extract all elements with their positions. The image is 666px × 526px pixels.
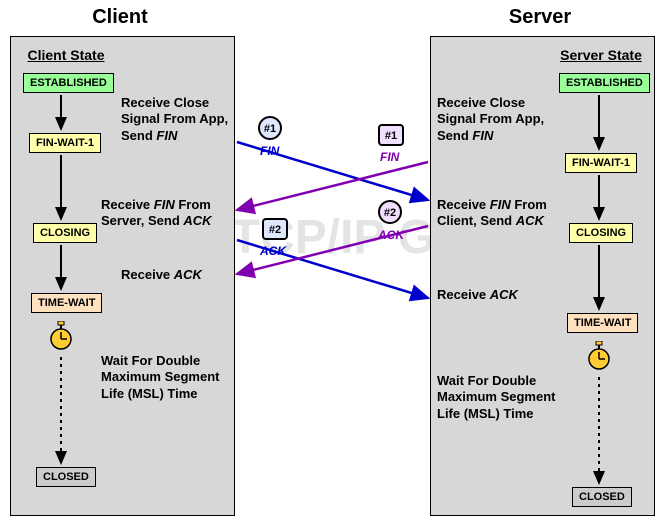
msg-label-server-ack: ACK xyxy=(378,228,404,242)
msg-label-client-fin: FIN xyxy=(260,144,279,158)
msg-label-client-ack: ACK xyxy=(260,244,286,258)
message-lines xyxy=(0,0,666,526)
msg-badge-server-fin: #1 xyxy=(378,124,404,146)
msg-badge-client-ack: #2 xyxy=(262,218,288,240)
msg-badge-server-ack: #2 xyxy=(378,200,402,224)
msg-badge-client-fin: #1 xyxy=(258,116,282,140)
msg-label-server-fin: FIN xyxy=(380,150,399,164)
